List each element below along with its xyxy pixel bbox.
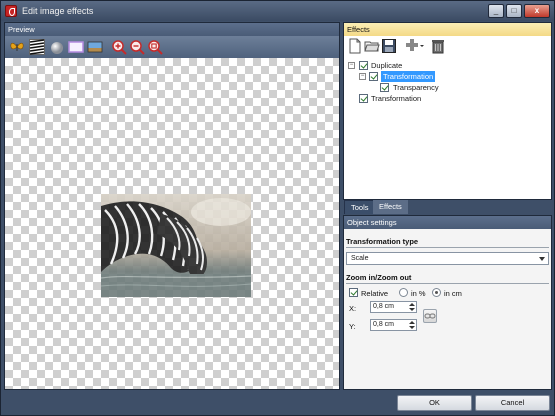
preview-canvas[interactable]	[5, 58, 339, 389]
zoom-title: Zoom in/Zoom out	[346, 273, 412, 282]
y-label: Y:	[349, 322, 356, 331]
preview-header: Preview	[5, 23, 339, 36]
tree-checkbox[interactable]	[380, 83, 389, 92]
divider	[346, 283, 549, 284]
new-icon[interactable]	[347, 38, 363, 54]
effects-header: Effects	[344, 23, 551, 36]
sphere-icon[interactable]	[49, 39, 65, 55]
unit-percent-radio[interactable]	[399, 288, 408, 297]
zoom-in-icon[interactable]	[111, 39, 127, 55]
add-effect-icon[interactable]	[405, 38, 425, 54]
chain-link-icon	[424, 313, 436, 319]
preview-panel: Preview	[4, 22, 340, 390]
landscape-icon[interactable]	[87, 39, 103, 55]
relative-checkbox[interactable]	[349, 288, 358, 297]
zebra-photo	[101, 194, 251, 297]
divider	[346, 247, 549, 248]
tree-item-label: Transparency	[393, 83, 439, 92]
tabs-bar: Tools Effects	[343, 200, 552, 214]
cancel-button[interactable]: Cancel	[475, 395, 550, 411]
unit-cm-radio[interactable]	[432, 288, 441, 297]
object-settings-header: Object settings	[344, 216, 551, 229]
stepper-arrows-icon[interactable]	[409, 320, 415, 330]
tree-item-label: Transformation	[381, 71, 436, 82]
title-bar: Edit image effects _ □ x	[1, 1, 554, 21]
stepper-arrows-icon[interactable]	[409, 302, 415, 312]
bottom-bar: OK Cancel	[1, 391, 554, 415]
unit-cm-label: in cm	[444, 289, 462, 298]
tree-expander[interactable]: −	[359, 73, 366, 80]
relative-label: Relative	[361, 289, 389, 298]
transformation-type-title: Transformation type	[346, 237, 419, 246]
window-title: Edit image effects	[22, 6, 94, 16]
open-icon[interactable]	[364, 38, 380, 54]
effects-panel: Effects − Duplicate − Transformation Tra…	[343, 22, 552, 200]
tree-checkbox[interactable]	[369, 72, 378, 81]
link-values-button[interactable]	[423, 309, 437, 323]
chevron-down-icon	[539, 257, 545, 261]
tree-expander[interactable]: −	[348, 62, 355, 69]
effects-toolbar	[344, 36, 551, 56]
x-stepper[interactable]: 0,8 cm	[370, 301, 417, 313]
minimize-button[interactable]: _	[488, 4, 504, 18]
zebra-icon[interactable]	[29, 39, 45, 55]
tree-checkbox[interactable]	[359, 61, 368, 70]
x-label: X:	[349, 304, 357, 313]
tab-tools[interactable]: Tools	[344, 200, 376, 214]
tab-effects[interactable]: Effects	[373, 200, 408, 214]
close-button[interactable]: x	[524, 4, 550, 18]
tree-item-label: Duplicate	[371, 61, 403, 70]
preview-toolbar	[5, 36, 339, 58]
zoom-out-icon[interactable]	[129, 39, 145, 55]
app-icon	[5, 5, 17, 17]
y-stepper[interactable]: 0,8 cm	[370, 319, 417, 331]
edit-image-effects-window: Edit image effects _ □ x Preview Effects…	[0, 0, 555, 416]
maximize-button[interactable]: □	[506, 4, 522, 18]
tree-item-label: Transformation	[371, 94, 422, 103]
y-value: 0,8 cm	[373, 321, 395, 328]
ok-button[interactable]: OK	[397, 395, 472, 411]
x-value: 0,8 cm	[373, 303, 395, 310]
butterfly-icon[interactable]	[9, 39, 25, 55]
tree-checkbox[interactable]	[359, 94, 368, 103]
unit-percent-label: in %	[411, 289, 426, 298]
transformation-type-select[interactable]: Scale	[346, 252, 549, 265]
save-icon[interactable]	[381, 38, 397, 54]
frame-icon[interactable]	[68, 39, 84, 55]
delete-icon[interactable]	[430, 38, 446, 54]
zoom-fit-icon[interactable]	[147, 39, 163, 55]
object-settings-panel: Object settings Transformation type Scal…	[343, 215, 552, 390]
transformation-type-value: Scale	[351, 255, 369, 262]
